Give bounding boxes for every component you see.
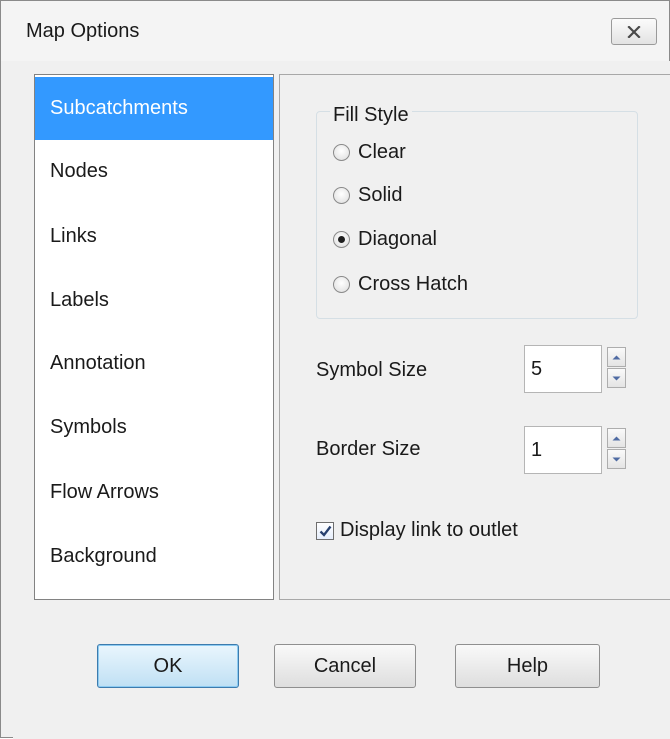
dialog-body: Subcatchments Nodes Links Labels Annotat… xyxy=(13,61,670,739)
close-button[interactable] xyxy=(611,18,657,45)
category-list: Subcatchments Nodes Links Labels Annotat… xyxy=(34,74,274,600)
radio-cross-hatch[interactable]: Cross Hatch xyxy=(333,271,468,297)
list-item-subcatchments[interactable]: Subcatchments xyxy=(35,77,273,140)
map-options-dialog: Map Options Subcatchments Nodes Links La… xyxy=(0,0,670,739)
window-title: Map Options xyxy=(26,20,140,42)
list-item-links[interactable]: Links xyxy=(35,205,273,268)
border-size-input[interactable]: 1 xyxy=(524,426,602,474)
radio-button-selected[interactable] xyxy=(333,230,350,248)
spin-up-button[interactable] xyxy=(607,347,626,367)
ok-button[interactable]: OK xyxy=(97,644,239,688)
radio-button[interactable] xyxy=(333,186,350,204)
close-icon xyxy=(627,25,641,38)
cancel-button[interactable]: Cancel xyxy=(274,644,416,688)
list-item-symbols[interactable]: Symbols xyxy=(35,396,273,459)
symbol-size-spinner xyxy=(607,347,626,389)
arrow-down-icon xyxy=(612,457,621,461)
symbol-size-input[interactable]: 5 xyxy=(524,345,602,393)
spin-up-button[interactable] xyxy=(607,428,626,448)
radio-label: Cross Hatch xyxy=(358,272,469,295)
symbol-size-label: Symbol Size xyxy=(316,359,428,381)
border-size-label: Border Size xyxy=(316,438,421,460)
border-size-spinner xyxy=(607,428,626,470)
radio-label: Clear xyxy=(358,140,406,163)
fill-style-title: Fill Style xyxy=(330,104,412,126)
radio-button[interactable] xyxy=(333,143,350,161)
list-item-background[interactable]: Background xyxy=(35,525,273,588)
arrow-up-icon xyxy=(612,355,621,359)
list-item-labels[interactable]: Labels xyxy=(35,269,273,332)
list-item-flow-arrows[interactable]: Flow Arrows xyxy=(35,461,273,524)
radio-button[interactable] xyxy=(333,275,350,293)
arrow-down-icon xyxy=(612,376,621,380)
checkmark-icon xyxy=(319,525,331,537)
radio-solid[interactable]: Solid xyxy=(333,182,402,208)
list-item-nodes[interactable]: Nodes xyxy=(35,140,273,203)
display-link-label: Display link to outlet xyxy=(340,519,518,541)
spin-down-button[interactable] xyxy=(607,449,626,469)
radio-clear[interactable]: Clear xyxy=(333,139,406,165)
radio-diagonal[interactable]: Diagonal xyxy=(333,226,437,252)
spin-down-button[interactable] xyxy=(607,368,626,388)
title-bar: Map Options xyxy=(1,1,669,61)
display-link-checkbox[interactable] xyxy=(316,521,334,540)
subcatchment-options-panel: Fill Style Clear Solid Diagonal Cross Ha… xyxy=(279,74,670,600)
display-link-checkbox-row[interactable]: Display link to outlet xyxy=(316,519,518,542)
arrow-up-icon xyxy=(612,436,621,440)
radio-label: Diagonal xyxy=(358,227,437,250)
list-item-annotation[interactable]: Annotation xyxy=(35,332,273,395)
radio-dot-icon xyxy=(338,235,345,243)
radio-label: Solid xyxy=(358,183,403,206)
help-button[interactable]: Help xyxy=(455,644,600,688)
